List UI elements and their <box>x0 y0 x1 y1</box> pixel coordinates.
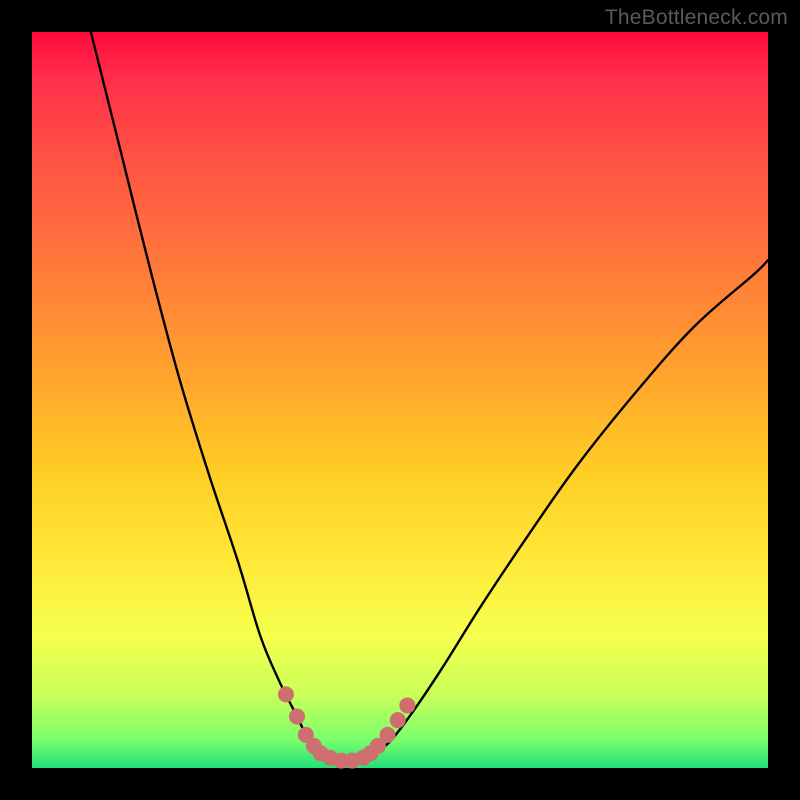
highlight-dot <box>390 712 406 728</box>
highlight-dot <box>379 727 395 743</box>
curve-svg <box>32 32 768 768</box>
highlight-dot <box>289 708 305 724</box>
watermark-text: TheBottleneck.com <box>605 6 788 30</box>
bottleneck-curve <box>91 32 768 761</box>
highlight-dot <box>278 686 294 702</box>
plot-area <box>32 32 768 768</box>
marker-group <box>278 686 415 768</box>
highlight-dot <box>399 697 415 713</box>
curve-group <box>91 32 768 761</box>
outer-frame: TheBottleneck.com <box>0 0 800 800</box>
